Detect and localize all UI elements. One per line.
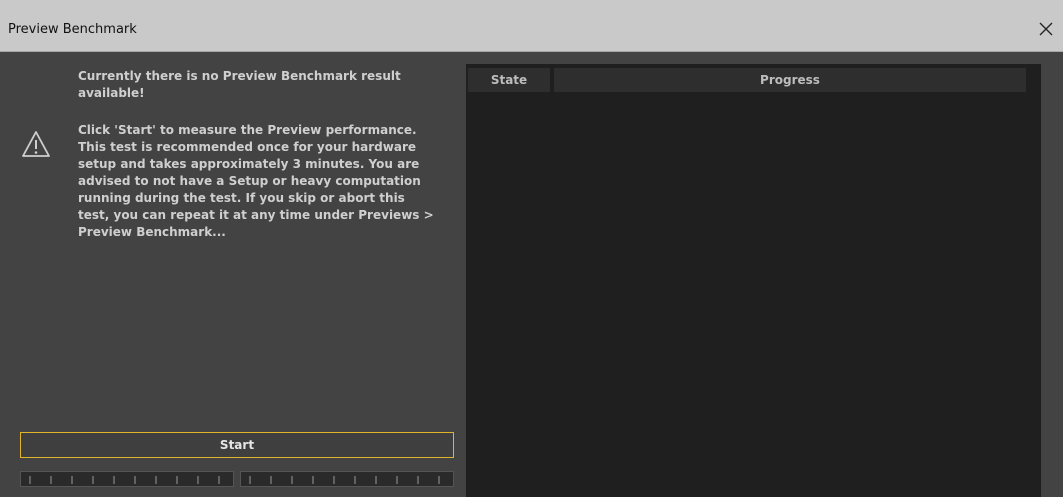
level-meter-left xyxy=(20,471,234,487)
close-button[interactable] xyxy=(1025,12,1063,48)
warning-triangle-icon xyxy=(22,131,50,157)
table-header: State Progress xyxy=(468,68,1026,92)
level-meter-right xyxy=(240,471,454,487)
title-bar[interactable]: Preview Benchmark xyxy=(0,0,1063,52)
preview-benchmark-window: Preview Benchmark Currently there is no … xyxy=(0,0,1063,497)
window-title: Preview Benchmark xyxy=(8,22,137,37)
benchmark-results-table: State Progress xyxy=(466,64,1041,497)
close-icon xyxy=(1039,22,1053,36)
start-button[interactable]: Start xyxy=(20,432,454,458)
column-header-state[interactable]: State xyxy=(468,68,552,92)
column-header-progress[interactable]: Progress xyxy=(554,68,1026,92)
info-panel: Currently there is no Preview Benchmark … xyxy=(0,52,462,497)
benchmark-instructions: Click 'Start' to measure the Preview per… xyxy=(78,123,434,239)
no-result-message: Currently there is no Preview Benchmark … xyxy=(78,69,401,100)
